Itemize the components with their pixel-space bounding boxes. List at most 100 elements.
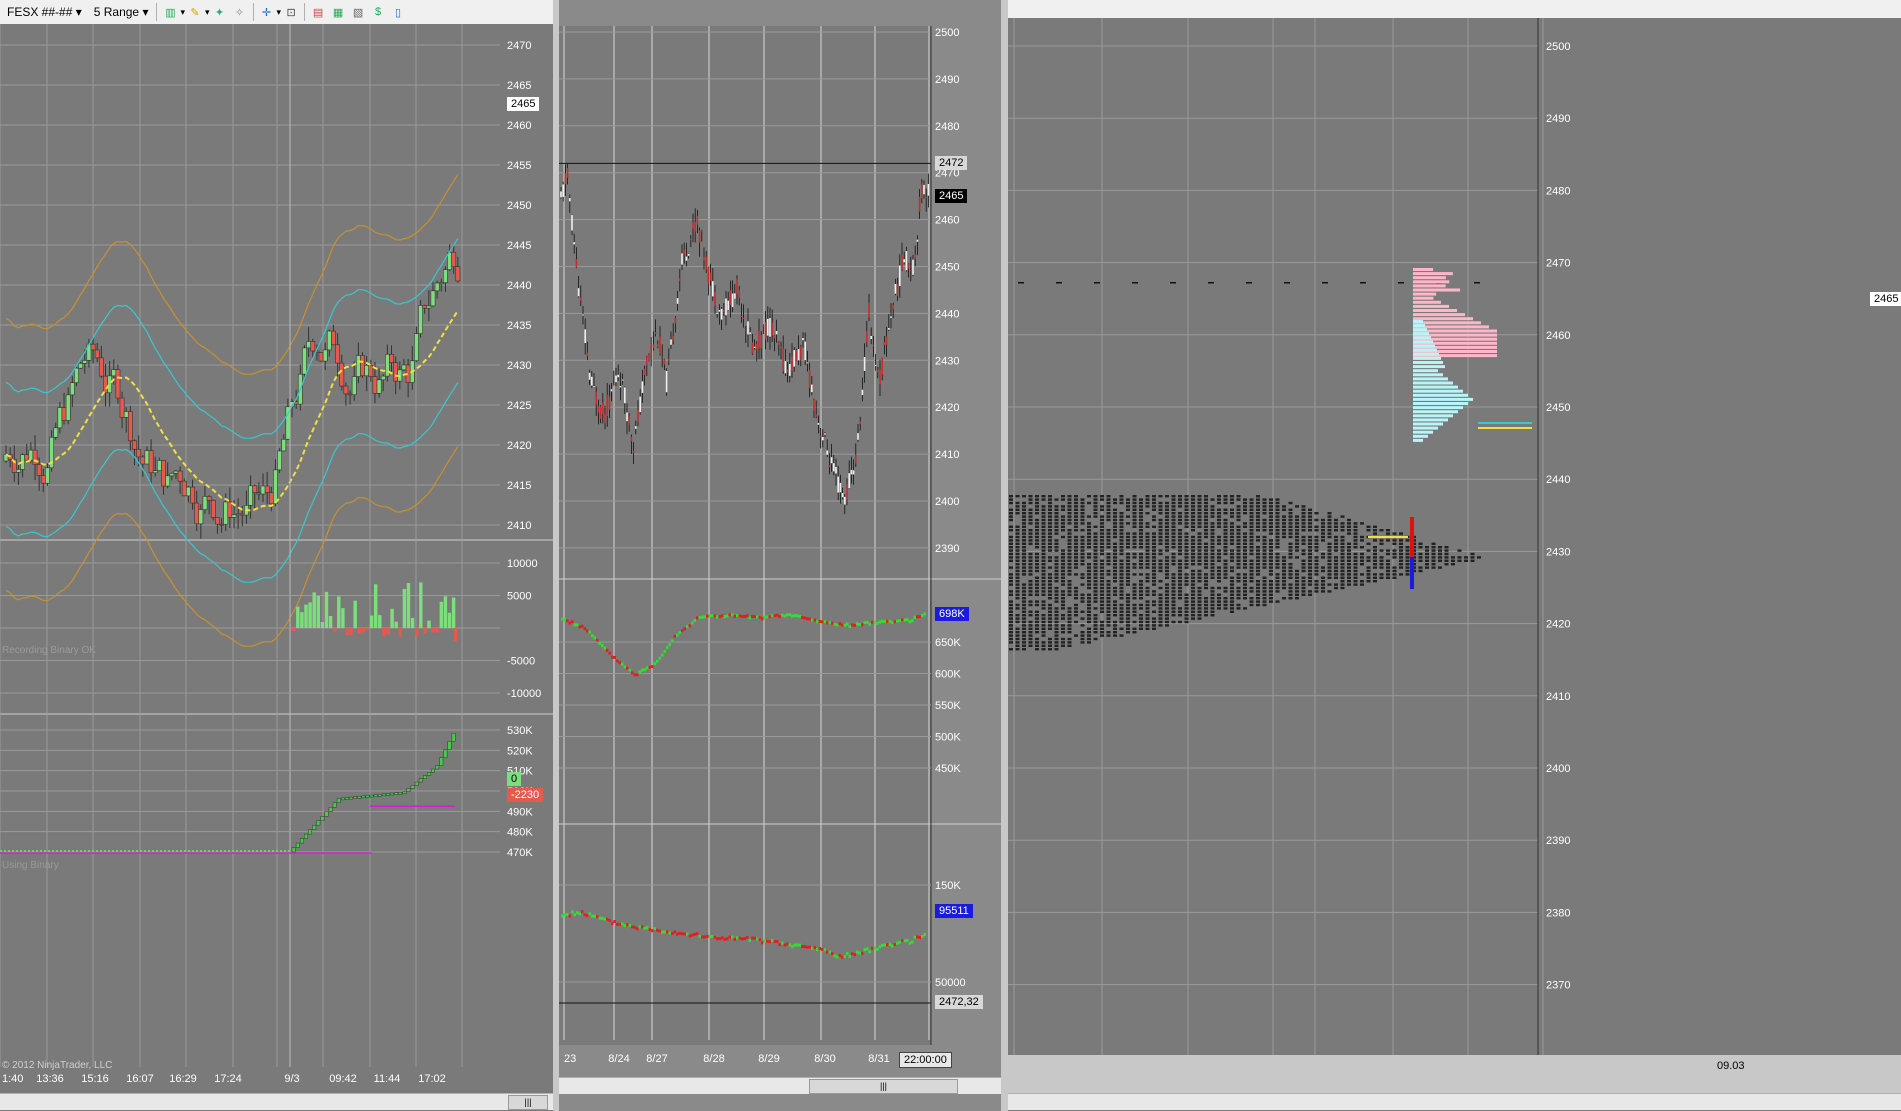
scrollbar-thumb[interactable]: ||| [809,1079,958,1094]
tpo-letter [1353,583,1358,586]
time-axis-label: 9/3 [284,1073,299,1085]
candle-body [782,348,784,371]
tpo-letter [1269,505,1273,508]
tpo-letter [1171,495,1176,498]
tpo-letter [1158,563,1163,566]
oscillator-line-segment [583,913,586,917]
tpo-letter [1444,556,1449,559]
tpo-letter [1353,542,1358,545]
tpo-letter [1165,525,1169,528]
scrollbar-thumb[interactable]: ||| [508,1095,548,1110]
tpo-letter [1093,498,1098,501]
tpo-letter [1080,634,1085,637]
tpo-letter [1074,512,1078,515]
remove-drawing-icon[interactable]: ✧ [232,4,248,20]
tpo-letter [1048,627,1052,630]
tpo-letter [1275,556,1280,559]
cumulative-bar [291,847,296,853]
tpo-letter [1321,556,1325,559]
left-chart-canvas[interactable]: 2470246524602455245024452440243524302425… [0,24,553,1094]
tpo-letter [1041,617,1046,620]
tpo-letter [1256,580,1260,583]
drawing-pencil-icon[interactable]: ✎ [187,4,203,20]
chevron-down-icon[interactable]: ▾ [205,7,210,18]
tpo-letter [1184,617,1189,620]
candle-body [190,486,195,504]
oscillator-line-segment [591,914,594,918]
tpo-letter [1275,505,1280,508]
tpo-letter [1223,522,1228,525]
tpo-letter [1223,559,1228,562]
right-horizontal-scrollbar[interactable] [1008,1093,1901,1110]
cumulative-bar [435,765,440,770]
candle-body [347,393,353,396]
candle-body [632,450,635,453]
cumulative-bar [304,833,308,839]
tpo-letter [1035,532,1039,535]
chart-style-icon[interactable]: ▥ [162,4,178,20]
candle-body [593,386,595,388]
volume-line-segment [633,673,636,677]
tpo-letter [1236,532,1241,535]
tpo-letter [1457,556,1462,559]
candle-body [123,411,129,418]
candle-body [608,396,611,410]
right-chart-canvas[interactable]: 2500249024802470246024502440243024202410… [1008,0,1901,1111]
strategies-icon[interactable]: ▧ [350,4,366,20]
tpo-letter [1230,498,1234,501]
candle-body [360,355,365,377]
tpo-letter [1366,525,1371,528]
window-splitter[interactable] [1001,0,1008,1111]
tpo-letter [1223,501,1228,505]
bar-type-selector[interactable]: 5 Range ▾ [89,3,154,21]
chevron-down-icon[interactable]: ▾ [180,7,185,18]
indicators-icon[interactable]: ▦ [330,4,346,20]
candle-body [434,282,440,292]
oscillator-line-segment [721,936,724,940]
cumulative-bar [295,842,300,848]
volume-bar-down [386,628,390,635]
tpo-letter [1048,590,1052,593]
profile-value-row [1413,430,1433,434]
magic-wand-icon[interactable]: ✦ [212,4,228,20]
volume-line-segment [828,621,831,625]
tpo-letter [1288,535,1293,539]
chevron-down-icon[interactable]: ▾ [277,7,282,18]
tpo-letter [1113,498,1117,501]
crosshair-icon[interactable]: ✛ [259,4,275,20]
right-date-axis-background [1008,1055,1901,1093]
tpo-letter [1353,539,1358,542]
tpo-letter [1165,603,1169,607]
middle-horizontal-scrollbar[interactable]: ||| [559,1077,1001,1094]
tpo-letter [1009,620,1013,624]
tpo-letter [1106,505,1111,508]
tpo-letter [1249,522,1254,525]
tpo-letter [1165,563,1169,566]
cumulative-bar [341,797,345,801]
candle-body [729,290,732,306]
tpo-letter [1009,614,1013,617]
tpo-letter [1054,607,1059,610]
left-horizontal-scrollbar[interactable]: ||| [0,1093,553,1110]
tpo-letter [1204,525,1208,528]
tpo-letter [1256,600,1260,603]
tpo-letter [1334,586,1338,590]
properties-icon[interactable]: ▤ [310,4,326,20]
data-box-icon[interactable]: ▯ [390,4,406,20]
tpo-letter [1145,573,1150,576]
instrument-selector[interactable]: FESX ##-## ▾ [2,3,87,21]
tpo-letter [1054,597,1059,600]
oscillator-line-segment [781,941,784,945]
tpo-dash [1018,282,1024,284]
tpo-letter [1438,566,1442,569]
oscillator-line-segment [706,934,709,938]
tpo-letter [1054,518,1059,522]
price-axis-label: 2410 [507,520,531,532]
tpo-letter [1295,569,1299,573]
candle-body [835,466,837,474]
tpo-letter [1093,495,1098,498]
zoom-icon[interactable]: ⊡ [283,4,299,20]
candle-body [826,450,828,455]
tpo-letter [1178,498,1182,501]
dollar-icon[interactable]: $ [370,4,386,20]
